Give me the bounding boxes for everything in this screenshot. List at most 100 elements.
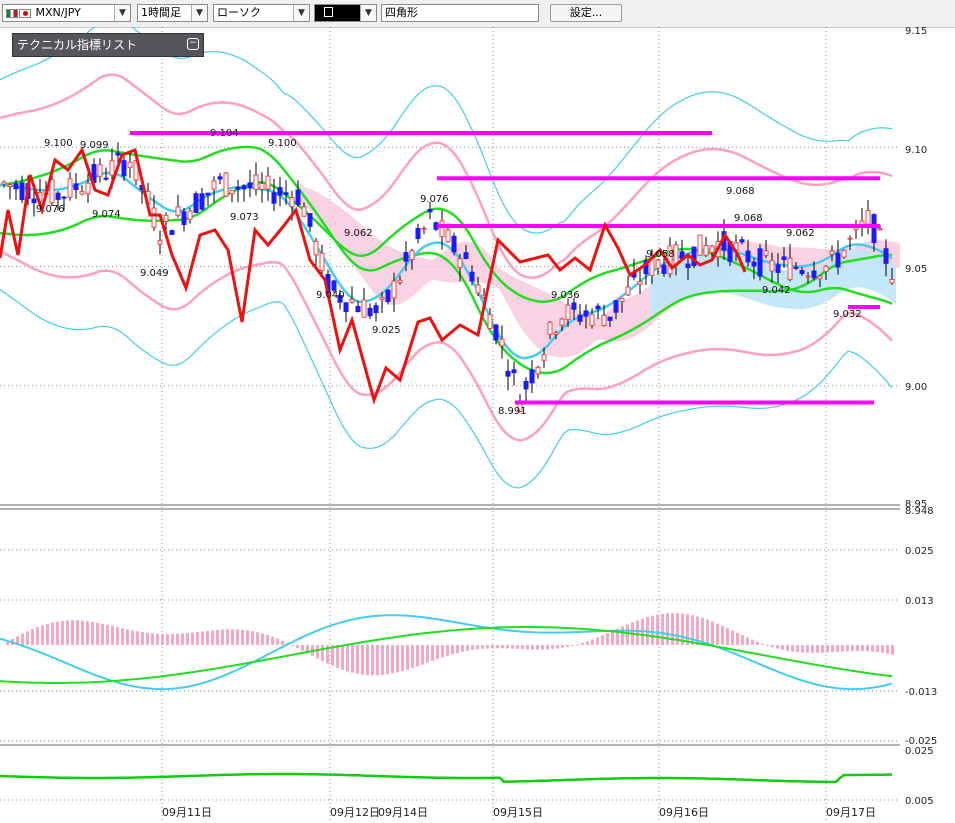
macd-histogram-bar <box>771 645 774 648</box>
down-candle <box>31 198 37 204</box>
up-candle <box>787 257 793 281</box>
macd-histogram-bar <box>501 645 504 649</box>
up-candle <box>67 178 73 198</box>
macd-histogram-bar <box>156 633 159 645</box>
macd-histogram-bar <box>606 633 609 645</box>
up-candle <box>229 189 235 195</box>
macd-histogram-bar <box>466 645 469 651</box>
macd-histogram-bar <box>436 645 439 660</box>
down-candle <box>661 264 667 274</box>
macd-histogram-bar <box>86 621 89 645</box>
macd-histogram-bar <box>651 615 654 645</box>
down-candle <box>871 214 877 244</box>
up-candle <box>763 250 769 256</box>
down-candle <box>385 289 391 302</box>
shape-select[interactable]: 四角形 <box>381 4 539 22</box>
price-annotation: 9.040 <box>316 290 345 301</box>
macd-histogram-bar <box>736 632 739 645</box>
macd-histogram-bar <box>786 645 789 651</box>
chevron-down-icon[interactable]: ▼ <box>114 5 130 21</box>
x-axis-tick-label: 09月15日 <box>493 806 543 819</box>
chart-area[interactable]: 9.100 9.0999.076 9.0749.0499.1049.0739.100… <box>0 27 955 823</box>
down-candle <box>343 302 349 313</box>
x-axis-tick-label: 09月11日 <box>162 806 212 819</box>
macd-histogram-bar <box>31 629 34 645</box>
macd-histogram-bar <box>151 633 154 645</box>
macd-histogram-bar <box>371 645 374 676</box>
macd-histogram-bar <box>106 624 109 645</box>
down-candle <box>781 256 787 260</box>
price-annotation: 9.042 <box>762 285 791 296</box>
down-candle <box>595 305 601 310</box>
y-axis-tick-label: -0.013 <box>905 687 937 698</box>
symbol-select[interactable]: MXN/JPY ▼ <box>2 4 131 22</box>
macd-histogram-bar <box>781 645 784 650</box>
settings-button[interactable]: 設定... <box>550 4 622 22</box>
macd-histogram-bar <box>381 645 384 675</box>
down-candle <box>217 176 223 180</box>
macd-histogram-bar <box>51 622 54 645</box>
price-annotation: 9.032 <box>833 309 862 320</box>
macd-histogram-bar <box>116 627 119 645</box>
up-candle <box>163 214 169 222</box>
down-candle <box>751 261 757 267</box>
down-candle <box>19 182 25 201</box>
timeframe-select[interactable]: 1時間足 ▼ <box>137 4 208 22</box>
macd-histogram-bar <box>271 636 274 645</box>
x-axis-labels: 09月11日 09月12日09月14日 09月15日 09月16日 09月17日 <box>162 806 876 819</box>
down-candle <box>307 213 313 227</box>
chart-grid <box>0 27 900 823</box>
technical-indicator-list[interactable]: テクニカル指標リスト − <box>12 33 204 57</box>
up-candle <box>265 175 271 190</box>
macd-histogram-bar <box>856 645 859 652</box>
macd-histogram-bar <box>711 621 714 645</box>
price-annotation: 9.100 <box>44 138 73 149</box>
macd-histogram-bar <box>391 645 394 674</box>
macd-histogram-bar <box>336 645 339 668</box>
macd-histogram-bar <box>576 644 579 646</box>
price-annotation: 8.991 <box>498 406 527 417</box>
down-candle <box>55 192 61 200</box>
minimize-icon[interactable]: − <box>187 38 199 50</box>
chevron-down-icon[interactable]: ▼ <box>293 5 309 21</box>
up-candle <box>559 318 565 326</box>
color-select[interactable]: ▼ <box>314 4 377 22</box>
macd-histogram-bar <box>426 645 429 663</box>
macd-histogram-bar <box>191 632 194 645</box>
down-candle <box>373 305 379 314</box>
macd-histogram-bar <box>881 645 884 653</box>
chart-toolbar: MXN/JPY ▼ 1時間足 ▼ ローソク ▼ ▼ 四角形 設定... <box>0 0 955 28</box>
up-candle <box>109 160 115 176</box>
macd-histogram-bar <box>301 645 304 651</box>
chart-style-select[interactable]: ローソク ▼ <box>213 4 310 22</box>
down-candle <box>115 152 121 156</box>
macd-histogram-bar <box>816 645 819 653</box>
down-candle <box>883 248 889 264</box>
chevron-down-icon[interactable]: ▼ <box>360 5 376 21</box>
macd-histogram-bar <box>626 624 629 645</box>
down-candle <box>469 271 475 282</box>
macd-histogram-bar <box>346 645 349 672</box>
macd-histogram-bar <box>461 645 464 652</box>
macd-histogram-bar <box>491 645 494 649</box>
up-candle <box>49 178 55 204</box>
macd-histogram-bar <box>521 645 524 650</box>
macd-histogram-bar <box>196 632 199 645</box>
macd-histogram-bar <box>166 634 169 645</box>
macd-histogram-bar <box>111 625 114 645</box>
down-candle <box>571 302 577 310</box>
up-candle <box>547 321 553 335</box>
bollinger-outer-lower <box>0 289 893 489</box>
macd-histogram-bar <box>356 645 359 674</box>
down-candle <box>427 208 433 213</box>
macd-histogram-bar <box>656 614 659 645</box>
up-candle <box>361 299 367 318</box>
price-annotation: 9.068 <box>734 213 763 224</box>
macd-histogram-bar <box>401 645 404 672</box>
price-annotation: 9.062 <box>786 228 815 239</box>
up-candle <box>589 313 595 326</box>
chevron-down-icon[interactable]: ▼ <box>191 5 207 21</box>
down-candle <box>493 324 499 341</box>
down-candle <box>235 186 241 190</box>
up-candle <box>445 229 451 243</box>
